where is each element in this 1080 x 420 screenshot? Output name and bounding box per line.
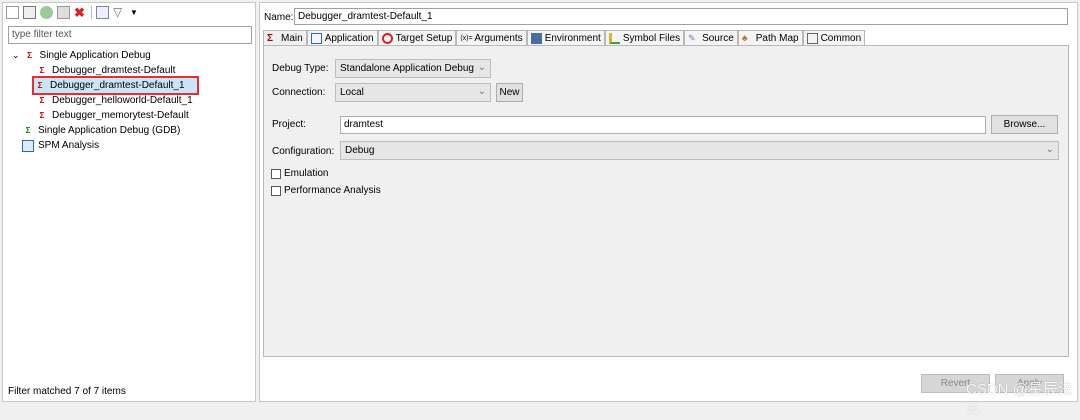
debug-type-select[interactable]: Standalone Application Debug ⌄	[335, 59, 491, 78]
tab-environment[interactable]: Environment	[526, 30, 605, 46]
spm-chart-icon	[22, 139, 34, 152]
new-connection-button[interactable]: New	[496, 83, 523, 102]
tree-label: SPM Analysis	[38, 140, 100, 151]
duplicate-icon[interactable]	[57, 5, 70, 19]
watermark: CSDN @星辰法斗	[966, 381, 1073, 419]
environment-icon	[530, 33, 542, 44]
link-icon[interactable]	[40, 5, 53, 19]
tab-label: Symbol Files	[622, 33, 681, 44]
collapse-all-icon[interactable]	[96, 5, 109, 19]
chevron-down-icon: ⌄	[477, 62, 486, 73]
tab-label: Path Map	[755, 33, 799, 44]
tab-label: Source	[702, 33, 734, 44]
tcf-debug-icon: Σ	[39, 95, 45, 105]
emulation-checkbox[interactable]: Emulation	[271, 168, 328, 179]
select-value: Debug	[345, 145, 375, 156]
filter-status: Filter matched 7 of 7 items	[8, 386, 126, 397]
toolbar: ✖ ▽ ▼	[6, 4, 143, 20]
gdb-debug-icon: Σ	[25, 125, 31, 135]
name-input[interactable]: Debugger_dramtest-Default_1	[294, 8, 1068, 25]
expand-chevron-icon[interactable]: ⌄	[12, 50, 20, 61]
configuration-select[interactable]: Debug ⌄	[340, 141, 1059, 160]
tree-item-selected[interactable]: Σ Debugger_dramtest-Default_1	[32, 76, 199, 95]
tab-label: Application	[324, 33, 374, 44]
tree-label: Debugger_dramtest-Default_1	[50, 80, 185, 91]
connection-label: Connection:	[272, 87, 326, 98]
tcf-debug-icon: Σ	[37, 80, 43, 90]
tab-label: Arguments	[474, 33, 523, 44]
select-value: Local	[340, 87, 364, 98]
tree-group-single-app-debug[interactable]: ⌄ Σ Single Application Debug	[12, 48, 151, 63]
target-icon	[381, 33, 393, 44]
arguments-icon: (x)=	[460, 35, 473, 42]
configuration-label: Configuration:	[272, 146, 335, 157]
source-icon: ✎	[688, 33, 696, 43]
checkbox-label: Performance Analysis	[284, 185, 381, 196]
tab-source[interactable]: ✎ Source	[684, 30, 738, 46]
tree-item[interactable]: Σ Debugger_dramtest-Default	[36, 63, 176, 78]
tab-symbol-files[interactable]: Symbol Files	[604, 30, 685, 46]
checkbox-label: Emulation	[284, 168, 329, 179]
tree-item[interactable]: Σ Debugger_memorytest-Default	[36, 108, 189, 123]
tree-label: Debugger_dramtest-Default	[52, 65, 176, 76]
debug-type-label: Debug Type:	[272, 63, 329, 74]
chevron-down-icon: ⌄	[1045, 144, 1054, 155]
tab-target-setup[interactable]: Target Setup	[377, 30, 457, 46]
tab-label: Main	[281, 33, 303, 44]
filter-icon[interactable]: ▽	[113, 5, 126, 19]
tree-group-spm[interactable]: SPM Analysis	[22, 138, 99, 153]
tab-bar: Σ Main Application Target Setup (x)= Argum…	[263, 30, 866, 46]
performance-analysis-checkbox[interactable]: Performance Analysis	[271, 185, 381, 196]
project-label: Project:	[272, 119, 306, 130]
new-prototype-icon[interactable]	[23, 5, 36, 19]
delete-icon[interactable]: ✖	[74, 6, 87, 19]
common-icon	[806, 33, 818, 44]
chevron-down-icon: ⌄	[477, 86, 486, 97]
tcf-debug-icon: Σ	[39, 65, 45, 75]
dropdown-icon[interactable]: ▼	[130, 6, 143, 19]
symbol-files-icon	[608, 33, 620, 44]
tab-main[interactable]: Σ Main	[263, 30, 307, 46]
tcf-debug-icon: Σ	[27, 50, 32, 60]
tab-application[interactable]: Application	[306, 30, 378, 46]
tree-group-gdb[interactable]: Σ Single Application Debug (GDB)	[22, 123, 181, 138]
connection-select[interactable]: Local ⌄	[335, 83, 491, 102]
tcf-debug-icon: Σ	[39, 110, 45, 120]
name-label: Name:	[264, 12, 294, 23]
tab-arguments[interactable]: (x)= Arguments	[456, 30, 527, 46]
xilinx-icon: Σ	[267, 33, 274, 44]
tab-label: Target Setup	[395, 33, 453, 44]
select-value: Standalone Application Debug	[340, 63, 474, 74]
tree-label: Debugger_memorytest-Default	[52, 110, 189, 121]
filter-input[interactable]: type filter text	[8, 26, 252, 44]
tab-label: Common	[820, 33, 862, 44]
path-map-icon: ♣	[741, 33, 748, 43]
tab-path-map[interactable]: ♣ Path Map	[737, 30, 803, 46]
tree-label: Single Application Debug (GDB)	[38, 125, 181, 136]
checkbox-box[interactable]	[271, 185, 281, 196]
tab-common[interactable]: Common	[802, 30, 866, 46]
tab-label: Environment	[544, 33, 601, 44]
browse-button[interactable]: Browse...	[991, 115, 1058, 134]
window-icon	[310, 33, 322, 44]
tree-label: Debugger_helloworld-Default_1	[52, 95, 193, 106]
new-config-icon[interactable]	[6, 5, 19, 19]
checkbox-box[interactable]	[271, 168, 281, 179]
tree-label: Single Application Debug	[39, 50, 151, 61]
project-input[interactable]: dramtest	[340, 116, 986, 134]
tree-item[interactable]: Σ Debugger_helloworld-Default_1	[36, 93, 193, 108]
